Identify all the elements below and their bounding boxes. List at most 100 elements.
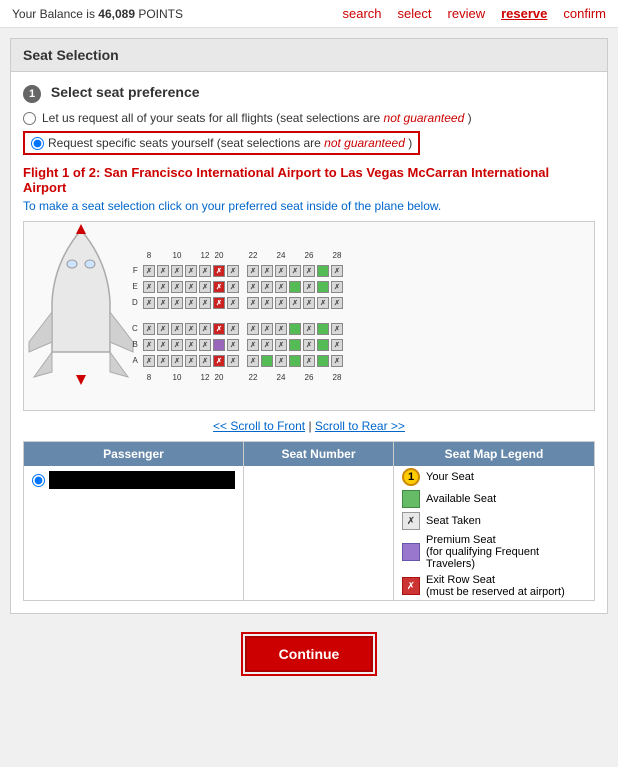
f8[interactable]: ✗ [142,264,156,278]
seat-d21[interactable]: ✗ [227,297,239,309]
d10[interactable]: ✗ [170,296,184,310]
seat-d9[interactable]: ✗ [157,297,169,309]
d11[interactable]: ✗ [184,296,198,310]
e11[interactable]: ✗ [184,280,198,294]
seat-f26[interactable]: ✗ [303,265,315,277]
seat-a28[interactable]: ✗ [331,355,343,367]
seat-a27[interactable] [317,355,329,367]
seat-map[interactable]: F E D C B A 8 10 12 [23,221,595,411]
c21[interactable]: ✗ [226,322,240,336]
a23[interactable] [260,354,274,368]
seat-b28[interactable]: ✗ [331,339,343,351]
c10[interactable]: ✗ [170,322,184,336]
seat-f24[interactable]: ✗ [275,265,287,277]
d21[interactable]: ✗ [226,296,240,310]
option2-radio[interactable] [31,137,44,150]
c25[interactable] [288,322,302,336]
seat-c26[interactable]: ✗ [303,323,315,335]
seat-d28[interactable]: ✗ [331,297,343,309]
d22[interactable]: ✗ [246,296,260,310]
scroll-rear-link[interactable]: Scroll to Rear >> [315,419,405,433]
a27[interactable] [316,354,330,368]
seat-c23[interactable]: ✗ [261,323,273,335]
b10[interactable]: ✗ [170,338,184,352]
e10[interactable]: ✗ [170,280,184,294]
a11[interactable]: ✗ [184,354,198,368]
e24[interactable]: ✗ [274,280,288,294]
d23[interactable]: ✗ [260,296,274,310]
seat-d10[interactable]: ✗ [171,297,183,309]
seat-e24[interactable]: ✗ [275,281,287,293]
seat-f12[interactable]: ✗ [199,265,211,277]
seat-c27[interactable] [317,323,329,335]
seat-e28[interactable]: ✗ [331,281,343,293]
e9[interactable]: ✗ [156,280,170,294]
seat-f9[interactable]: ✗ [157,265,169,277]
e12[interactable]: ✗ [198,280,212,294]
d25[interactable]: ✗ [288,296,302,310]
seat-e22[interactable]: ✗ [247,281,259,293]
a10[interactable]: ✗ [170,354,184,368]
a12[interactable]: ✗ [198,354,212,368]
seat-a21[interactable]: ✗ [227,355,239,367]
seat-b21[interactable]: ✗ [227,339,239,351]
seat-f10[interactable]: ✗ [171,265,183,277]
seat-f28[interactable]: ✗ [331,265,343,277]
c23[interactable]: ✗ [260,322,274,336]
seat-c10[interactable]: ✗ [171,323,183,335]
seat-f21[interactable]: ✗ [227,265,239,277]
seat-b9[interactable]: ✗ [157,339,169,351]
e25[interactable] [288,280,302,294]
seat-a25[interactable] [289,355,301,367]
seat-c28[interactable]: ✗ [331,323,343,335]
a8[interactable]: ✗ [142,354,156,368]
f20[interactable]: ✗ [212,264,226,278]
seat-e10[interactable]: ✗ [171,281,183,293]
a20[interactable]: ✗ [212,354,226,368]
seat-c25[interactable] [289,323,301,335]
e27[interactable] [316,280,330,294]
a25[interactable] [288,354,302,368]
a28[interactable]: ✗ [330,354,344,368]
seat-b12[interactable]: ✗ [199,339,211,351]
seat-e20[interactable]: ✗ [213,281,225,293]
seat-f25[interactable]: ✗ [289,265,301,277]
f24[interactable]: ✗ [274,264,288,278]
seat-d25[interactable]: ✗ [289,297,301,309]
d9[interactable]: ✗ [156,296,170,310]
e22[interactable]: ✗ [246,280,260,294]
seat-d11[interactable]: ✗ [185,297,197,309]
c27[interactable] [316,322,330,336]
b27[interactable] [316,338,330,352]
c28[interactable]: ✗ [330,322,344,336]
nav-step-select[interactable]: select [398,6,432,21]
continue-button[interactable]: Continue [245,636,374,672]
nav-step-reserve[interactable]: reserve [501,6,547,21]
nav-step-confirm[interactable]: confirm [563,6,606,21]
seat-b10[interactable]: ✗ [171,339,183,351]
b26[interactable]: ✗ [302,338,316,352]
f10[interactable]: ✗ [170,264,184,278]
seat-b23[interactable]: ✗ [261,339,273,351]
seat-c22[interactable]: ✗ [247,323,259,335]
c9[interactable]: ✗ [156,322,170,336]
c26[interactable]: ✗ [302,322,316,336]
scroll-front-link[interactable]: << Scroll to Front [213,419,305,433]
nav-step-search[interactable]: search [343,6,382,21]
seat-d12[interactable]: ✗ [199,297,211,309]
seat-b11[interactable]: ✗ [185,339,197,351]
seat-b22[interactable]: ✗ [247,339,259,351]
b21[interactable]: ✗ [226,338,240,352]
seat-a10[interactable]: ✗ [171,355,183,367]
seat-e21[interactable]: ✗ [227,281,239,293]
seat-a20[interactable]: ✗ [213,355,225,367]
e20[interactable]: ✗ [212,280,226,294]
a24[interactable]: ✗ [274,354,288,368]
seat-d27[interactable]: ✗ [317,297,329,309]
seat-d26[interactable]: ✗ [303,297,315,309]
seat-c9[interactable]: ✗ [157,323,169,335]
f26[interactable]: ✗ [302,264,316,278]
b28[interactable]: ✗ [330,338,344,352]
seat-e11[interactable]: ✗ [185,281,197,293]
seats-grid[interactable]: 8 10 12 20 22 24 26 28 [142,238,586,394]
